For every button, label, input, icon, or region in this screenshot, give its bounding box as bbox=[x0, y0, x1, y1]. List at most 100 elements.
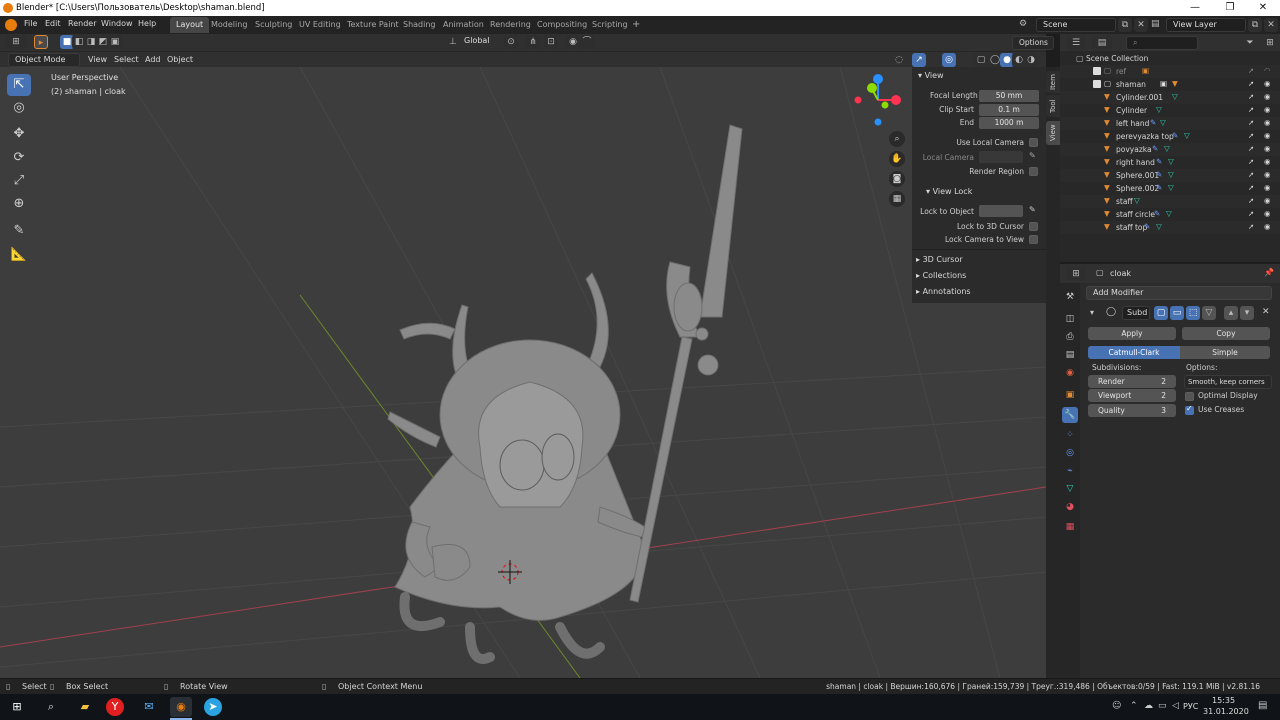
hide-eye-icon[interactable]: ◉ bbox=[1264, 157, 1271, 166]
outliner-row-povyazka[interactable]: ▼ povyazka ✎ ▽ ➚ ◉ bbox=[1060, 143, 1280, 156]
outliner-row-right-hand[interactable]: ▼ right hand ✎ ▽ ➚ ◉ bbox=[1060, 156, 1280, 169]
select-arrow-icon[interactable]: ➚ bbox=[1248, 157, 1254, 166]
snap-icon[interactable]: ⋔ bbox=[526, 35, 540, 49]
tab-view[interactable]: View bbox=[1046, 121, 1060, 145]
constraints-properties-icon[interactable]: ⌁ bbox=[1062, 463, 1078, 479]
scale-tool[interactable]: ⤢ bbox=[7, 170, 31, 192]
hide-eye-icon[interactable]: ◉ bbox=[1264, 170, 1271, 179]
local-camera-field[interactable] bbox=[979, 151, 1023, 163]
search-icon[interactable]: ⌕ bbox=[40, 697, 62, 717]
select-arrow-icon[interactable]: ➚ bbox=[1248, 79, 1254, 88]
new-collection-icon[interactable]: ⊞ bbox=[1263, 36, 1277, 50]
select-arrow-icon[interactable]: ➚ bbox=[1248, 118, 1254, 127]
render-region-checkbox[interactable] bbox=[1029, 167, 1038, 176]
collapse-modifier-icon[interactable]: ▾ bbox=[1090, 308, 1094, 317]
render-levels-field[interactable]: Render 2 bbox=[1088, 375, 1176, 388]
outliner-editor-icon[interactable]: ☰ bbox=[1066, 36, 1086, 50]
tray-chevron-icon[interactable]: ⌃ bbox=[1130, 701, 1138, 711]
measure-tool[interactable]: 📐 bbox=[7, 244, 31, 266]
transform-orientation-dropdown[interactable]: Global bbox=[458, 35, 498, 49]
mode-dropdown[interactable]: Object Mode bbox=[8, 53, 80, 67]
menu-help[interactable]: Help bbox=[138, 19, 156, 28]
clip-end-field[interactable]: 1000 m bbox=[979, 117, 1039, 129]
cloud-icon[interactable]: ☁ bbox=[1144, 701, 1153, 711]
telegram-icon[interactable]: ➤ bbox=[204, 698, 222, 716]
visibility-icon[interactable]: ◌ bbox=[892, 53, 906, 67]
clock-time[interactable]: 15:35 bbox=[1212, 696, 1235, 705]
scene-properties-icon[interactable]: ◉ bbox=[1062, 365, 1078, 381]
maximize-button[interactable]: ❐ bbox=[1213, 0, 1247, 16]
viewport-levels-field[interactable]: Viewport 2 bbox=[1088, 389, 1176, 402]
proportional-edit-icon[interactable]: ◉ bbox=[566, 35, 580, 49]
uv-smooth-dropdown[interactable]: Smooth, keep corners bbox=[1184, 375, 1272, 389]
catmull-clark-option[interactable]: Catmull-Clark bbox=[1088, 346, 1180, 359]
blender-menu-icon[interactable] bbox=[5, 19, 17, 31]
lock-to-object-field[interactable] bbox=[979, 205, 1023, 217]
gizmos-icon[interactable]: ↗ bbox=[912, 53, 926, 67]
render-properties-icon[interactable]: ◫ bbox=[1062, 311, 1078, 327]
clock-date[interactable]: 31.01.2020 bbox=[1203, 707, 1249, 716]
edit-mode-toggle-icon[interactable]: ▢ bbox=[1154, 306, 1168, 320]
scene-field[interactable]: Scene bbox=[1036, 18, 1116, 32]
hide-eye-icon[interactable]: ◉ bbox=[1264, 196, 1271, 205]
move-down-icon[interactable]: ▾ bbox=[1240, 306, 1254, 320]
new-view-layer-icon[interactable]: ⧉ bbox=[1248, 18, 1262, 32]
hide-eye-icon[interactable]: ◉ bbox=[1264, 118, 1271, 127]
windows-start-icon[interactable]: ⊞ bbox=[6, 697, 28, 717]
tab-layout[interactable]: Layout bbox=[170, 17, 210, 33]
viewport-menu-add[interactable]: Add bbox=[145, 55, 161, 64]
select-arrow-icon[interactable]: ➚ bbox=[1248, 209, 1254, 218]
pin-icon[interactable]: 📌 bbox=[1264, 268, 1274, 277]
material-properties-icon[interactable]: ◕ bbox=[1062, 499, 1078, 515]
hide-eye-icon[interactable]: ◉ bbox=[1264, 92, 1271, 101]
apply-button[interactable]: Apply bbox=[1088, 327, 1176, 340]
outliner-search-input[interactable]: ⌕ bbox=[1126, 36, 1198, 50]
use-local-camera-checkbox[interactable] bbox=[1029, 138, 1038, 147]
tab-texture-paint[interactable]: Texture Paint bbox=[341, 17, 405, 33]
select-arrow-icon[interactable]: ➚ bbox=[1248, 131, 1254, 140]
hide-eye-icon[interactable]: ◉ bbox=[1264, 79, 1271, 88]
cage-toggle-icon[interactable]: ▽ bbox=[1202, 306, 1216, 320]
tab-tool[interactable]: Tool bbox=[1046, 95, 1060, 117]
pan-hand-icon[interactable]: ✋ bbox=[889, 151, 905, 167]
realtime-toggle-icon[interactable]: ▭ bbox=[1170, 306, 1184, 320]
physics-properties-icon[interactable]: ◎ bbox=[1062, 445, 1078, 461]
tab-modeling[interactable]: Modeling bbox=[205, 17, 253, 33]
outliner-row-ref[interactable]: ▢ ref ▣ ➚ ◠ bbox=[1060, 65, 1280, 78]
simple-option[interactable]: Simple bbox=[1180, 346, 1270, 359]
navigation-gizmo[interactable] bbox=[854, 74, 902, 126]
tab-animation[interactable]: Animation bbox=[437, 17, 490, 33]
select-arrow-icon[interactable]: ➚ bbox=[1248, 170, 1254, 179]
select-arrow-icon[interactable]: ➚ bbox=[1248, 66, 1254, 75]
minimize-button[interactable]: — bbox=[1178, 0, 1212, 16]
add-modifier-dropdown[interactable]: Add Modifier bbox=[1086, 286, 1272, 300]
clip-start-field[interactable]: 0.1 m bbox=[979, 104, 1039, 116]
add-workspace-button[interactable]: + bbox=[626, 17, 646, 33]
outliner-row-left-hand[interactable]: ▼ left hand ✎ ▽ ➚ ◉ bbox=[1060, 117, 1280, 130]
tool-properties-icon[interactable]: ⚒ bbox=[1062, 289, 1078, 305]
view-lock-header[interactable]: ▾ View Lock bbox=[926, 187, 972, 196]
snap-target-icon[interactable]: ⊡ bbox=[544, 35, 558, 49]
hide-eye-icon[interactable]: ◉ bbox=[1264, 105, 1271, 114]
new-scene-icon[interactable]: ⧉ bbox=[1118, 18, 1132, 32]
outliner-row-sphere-001[interactable]: ▼ Sphere.001 ✎ ▽ ➚ ◉ bbox=[1060, 169, 1280, 182]
hide-eye-icon[interactable]: ◉ bbox=[1264, 222, 1271, 231]
render-toggle-icon[interactable]: ⬚ bbox=[1186, 306, 1200, 320]
focal-length-field[interactable]: 50 mm bbox=[979, 90, 1039, 102]
mail-app-icon[interactable]: ✉ bbox=[138, 697, 160, 717]
hide-eye-icon[interactable]: ◉ bbox=[1264, 144, 1271, 153]
tab-sculpting[interactable]: Sculpting bbox=[249, 17, 298, 33]
shaman-model[interactable] bbox=[387, 124, 743, 664]
viewport-menu-select[interactable]: Select bbox=[114, 55, 139, 64]
viewport-menu-view[interactable]: View bbox=[88, 55, 107, 64]
select-intersect-icon[interactable]: ▣ bbox=[108, 35, 122, 49]
editor-type-icon[interactable]: ⊞ bbox=[6, 35, 26, 49]
tab-compositing[interactable]: Compositing bbox=[531, 17, 593, 33]
outliner-row-sphere-002[interactable]: ▼ Sphere.002 ✎ ▽ ➚ ◉ bbox=[1060, 182, 1280, 195]
select-arrow-icon[interactable]: ➚ bbox=[1248, 196, 1254, 205]
include-checkbox[interactable] bbox=[1093, 67, 1101, 75]
view-layer-properties-icon[interactable]: ▤ bbox=[1062, 347, 1078, 363]
modifier-name-field[interactable]: Subd bbox=[1122, 306, 1150, 320]
modifier-properties-icon[interactable]: 🔧 bbox=[1062, 407, 1078, 423]
select-arrow-icon[interactable]: ➚ bbox=[1248, 222, 1254, 231]
